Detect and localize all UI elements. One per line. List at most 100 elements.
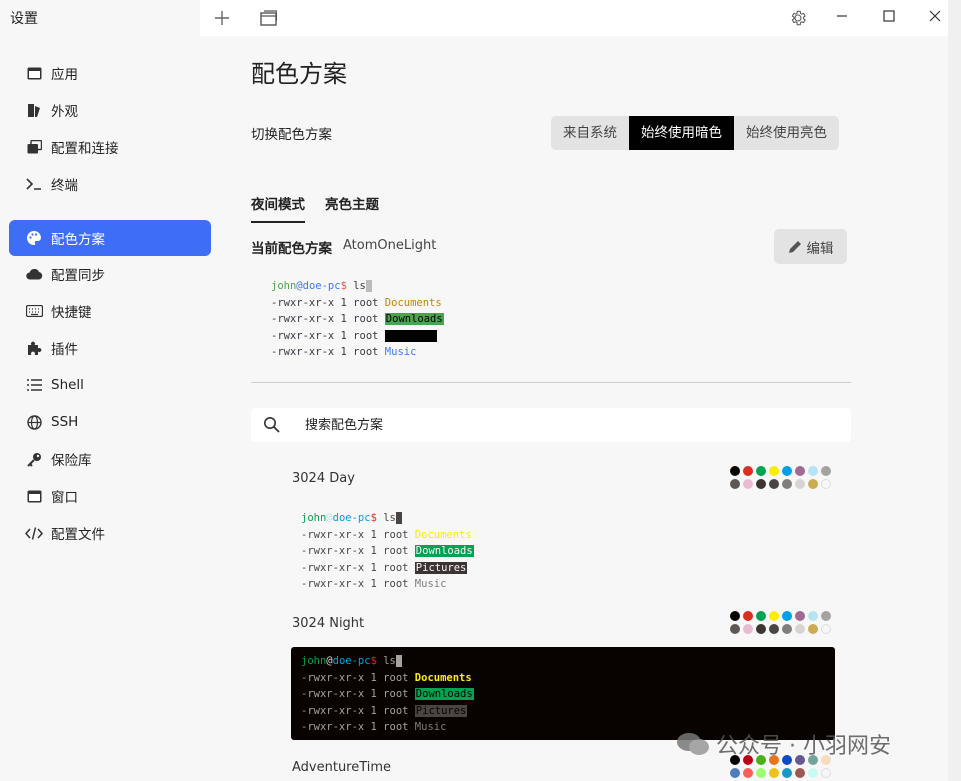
scheme-swatches xyxy=(730,466,834,492)
color-swatch xyxy=(808,611,818,621)
file-pictures: Pictures xyxy=(414,561,468,574)
scheme-name[interactable]: AdventureTime xyxy=(292,760,391,775)
sidebar-item-label: 终端 xyxy=(51,178,78,194)
palette-icon xyxy=(25,229,43,247)
watermark-text: 公众号 · 小羽网安 xyxy=(716,734,891,759)
edit-button-label: 编辑 xyxy=(806,240,834,257)
sidebar-item-label: 窗口 xyxy=(51,490,78,506)
listing-prefix: -rwxr-xr-x 1 root xyxy=(271,329,385,342)
watermark: 公众号 · 小羽网安 xyxy=(676,728,891,760)
mode-option-system[interactable]: 来自系统 xyxy=(551,116,629,150)
file-music: Music xyxy=(414,721,447,733)
terminal-prompt-icon xyxy=(25,175,43,193)
minimize-button[interactable] xyxy=(827,4,857,28)
color-swatch xyxy=(808,624,818,634)
sidebar-item-hotkeys[interactable]: 快捷键 xyxy=(9,293,211,329)
listing-line: -rwxr-xr-x 1 root Documents xyxy=(271,295,444,312)
color-swatch xyxy=(756,466,766,476)
color-swatch xyxy=(808,479,818,489)
new-tab-icon[interactable] xyxy=(210,6,234,30)
swatch-row xyxy=(730,624,834,636)
sidebar-item-label: 配置文件 xyxy=(51,527,105,543)
tabs-overview-icon[interactable] xyxy=(256,6,280,30)
close-button[interactable] xyxy=(920,4,950,28)
terminal-preview: john@doe-pc$ ls_ -rwxr-xr-x 1 root Docum… xyxy=(301,653,825,736)
file-downloads: Downloads xyxy=(414,688,474,700)
listing-line: -rwxr-xr-x 1 root Music xyxy=(301,576,825,593)
prompt-sign: $ xyxy=(340,280,347,292)
sidebar-item-app[interactable]: 应用 xyxy=(9,55,211,91)
prompt-command: ls xyxy=(353,280,366,292)
sidebar: 应用 外观 配置和连接 终端 配色方案 配置同步 快捷键 插件 Shell SS… xyxy=(0,36,220,781)
sidebar-item-color-schemes[interactable]: 配色方案 xyxy=(9,220,211,256)
color-swatch xyxy=(730,768,740,778)
sidebar-item-shell[interactable]: Shell xyxy=(9,367,211,403)
listing-prefix: -rwxr-xr-x 1 root xyxy=(271,313,385,325)
prompt-line: john@doe-pc$ ls_ xyxy=(301,512,403,524)
sidebar-item-label: 快捷键 xyxy=(51,305,92,321)
color-swatch xyxy=(795,611,805,621)
prompt-host: doe-pc xyxy=(302,280,341,292)
color-swatch xyxy=(808,466,818,476)
code-icon xyxy=(25,524,43,542)
color-swatch xyxy=(756,624,766,634)
color-swatch xyxy=(782,466,792,476)
tab-night-mode[interactable]: 夜间模式 xyxy=(251,193,305,223)
prompt-sign: $ xyxy=(370,655,377,667)
swatch-row xyxy=(730,466,834,478)
sidebar-item-terminal[interactable]: 终端 xyxy=(9,166,211,202)
sidebar-item-window[interactable]: 窗口 xyxy=(9,478,211,514)
chat-bubble-icon xyxy=(677,733,709,755)
sidebar-item-ssh[interactable]: SSH xyxy=(9,404,211,440)
sidebar-item-label: 配置和连接 xyxy=(51,141,119,157)
scheme-name[interactable]: 3024 Day xyxy=(292,471,355,486)
sidebar-item-profiles[interactable]: 配置和连接 xyxy=(9,129,211,165)
swatch-row xyxy=(730,479,834,491)
sidebar-item-config-file[interactable]: 配置文件 xyxy=(9,515,211,551)
listing-line: -rwxr-xr-x 1 root Music xyxy=(271,344,444,361)
listing-prefix: -rwxr-xr-x 1 root xyxy=(301,671,415,684)
color-swatch xyxy=(743,479,753,489)
settings-gear-icon[interactable] xyxy=(786,6,810,30)
tab-light-theme[interactable]: 亮色主题 xyxy=(325,193,379,223)
sidebar-item-vault[interactable]: 保险库 xyxy=(9,441,211,477)
color-swatch xyxy=(821,768,831,778)
prompt-host: doe-pc xyxy=(332,655,371,667)
file-downloads: Downloads xyxy=(414,545,474,557)
globe-icon xyxy=(25,413,43,431)
swatch-row xyxy=(730,768,834,780)
prompt-host: doe-pc xyxy=(332,512,371,524)
cloud-icon xyxy=(25,265,43,283)
mode-option-dark[interactable]: 始终使用暗色 xyxy=(629,116,734,150)
scheme-preview-3024-night[interactable]: john@doe-pc$ ls_ -rwxr-xr-x 1 root Docum… xyxy=(291,647,835,740)
current-scheme-name: AtomOneLight xyxy=(343,238,437,253)
mode-option-light[interactable]: 始终使用亮色 xyxy=(734,116,839,150)
file-music: Music xyxy=(414,578,447,590)
sidebar-item-label: 插件 xyxy=(51,342,78,358)
file-music: Music xyxy=(384,346,417,358)
edit-button[interactable]: 编辑 xyxy=(774,229,847,264)
listing-prefix: -rwxr-xr-x 1 root xyxy=(301,721,415,733)
color-swatch xyxy=(769,624,779,634)
scheme-preview-3024-day[interactable]: john@doe-pc$ ls_ -rwxr-xr-x 1 root Docum… xyxy=(291,504,835,594)
window-stack-icon xyxy=(25,138,43,156)
color-swatch xyxy=(730,466,740,476)
scheme-search xyxy=(251,408,851,442)
listing-line: -rwxr-xr-x 1 root Downloads xyxy=(301,543,825,560)
sidebar-item-appearance[interactable]: 外观 xyxy=(9,92,211,128)
color-swatch xyxy=(782,479,792,489)
terminal-preview: john@doe-pc$ ls_ -rwxr-xr-x 1 root Docum… xyxy=(301,510,825,593)
color-swatch xyxy=(769,466,779,476)
sidebar-item-label: 外观 xyxy=(51,104,78,120)
scheme-name[interactable]: 3024 Night xyxy=(292,616,364,631)
color-swatch xyxy=(821,466,831,476)
color-swatch xyxy=(782,611,792,621)
color-swatch xyxy=(756,768,766,778)
listing-prefix: -rwxr-xr-x 1 root xyxy=(301,704,415,717)
sidebar-item-sync[interactable]: 配置同步 xyxy=(9,256,211,292)
search-icon xyxy=(263,416,280,437)
search-input[interactable] xyxy=(305,408,825,442)
maximize-button[interactable] xyxy=(874,4,904,28)
theme-subtabs: 夜间模式 亮色主题 xyxy=(251,193,399,223)
sidebar-item-plugins[interactable]: 插件 xyxy=(9,330,211,366)
